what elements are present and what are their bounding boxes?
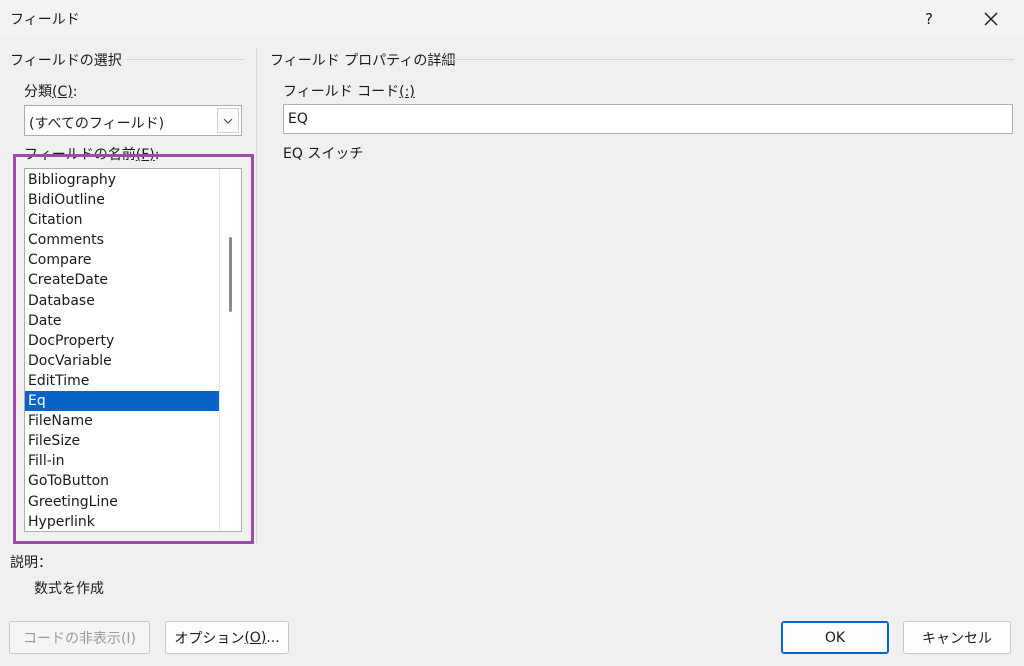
hide-codes-button[interactable]: コードの非表示(I) xyxy=(9,621,150,654)
field-code-label: フィールド コード(:) xyxy=(283,84,415,100)
options-button[interactable]: オプション (O)... xyxy=(165,621,289,654)
field-names-list-items: Bibliography BidiOutline Citation Comments C… xyxy=(25,170,219,531)
list-item[interactable]: Compare xyxy=(25,250,219,270)
category-dropdown-button[interactable] xyxy=(217,108,239,133)
field-selection-group-line xyxy=(126,59,244,60)
list-item[interactable]: BidiOutline xyxy=(25,190,219,210)
field-code-input[interactable] xyxy=(283,104,1013,134)
close-button[interactable] xyxy=(967,0,1015,38)
description-text: 数式を作成 xyxy=(34,581,104,597)
scrollbar-thumb[interactable] xyxy=(229,237,232,312)
help-icon: ? xyxy=(925,10,933,28)
list-item[interactable]: DocProperty xyxy=(25,331,219,351)
list-item[interactable]: DocVariable xyxy=(25,351,219,371)
group-separator xyxy=(256,48,257,544)
close-icon xyxy=(984,12,998,26)
list-item[interactable]: EditTime xyxy=(25,371,219,391)
field-names-scrollbar[interactable] xyxy=(219,169,241,531)
category-label: 分類(C): xyxy=(24,84,78,100)
chevron-down-icon xyxy=(223,118,233,124)
field-properties-group-title: フィールド プロパティの詳細 xyxy=(270,53,456,69)
ok-button[interactable]: OK xyxy=(781,621,889,654)
category-select[interactable]: (すべてのフィールド) xyxy=(24,105,242,136)
help-button[interactable]: ? xyxy=(905,0,953,38)
list-item[interactable]: CreateDate xyxy=(25,270,219,290)
eq-switch-link[interactable]: EQ スイッチ xyxy=(283,143,363,163)
list-item[interactable]: FileName xyxy=(25,411,219,431)
list-item[interactable]: GreetingLine xyxy=(25,492,219,512)
list-item[interactable]: Hyperlink xyxy=(25,512,219,531)
description-label: 説明： xyxy=(10,555,52,571)
list-item[interactable]: Date xyxy=(25,311,219,331)
list-item[interactable]: Eq xyxy=(25,391,219,412)
field-names-label: フィールドの名前(F): xyxy=(24,147,160,163)
title-bar: フィールド ? xyxy=(0,0,1024,38)
list-item[interactable]: Bibliography xyxy=(25,170,219,190)
list-item[interactable]: FileSize xyxy=(25,431,219,451)
list-item[interactable]: GoToButton xyxy=(25,471,219,491)
list-item[interactable]: Database xyxy=(25,291,219,311)
list-item[interactable]: Fill-in xyxy=(25,451,219,471)
field-names-list[interactable]: Bibliography BidiOutline Citation Comments C… xyxy=(24,168,242,532)
category-select-value: (すべてのフィールド) xyxy=(29,116,165,132)
list-item[interactable]: Comments xyxy=(25,230,219,250)
list-item[interactable]: Citation xyxy=(25,210,219,230)
field-properties-group-line xyxy=(442,59,1014,60)
cancel-button[interactable]: キャンセル xyxy=(903,621,1011,654)
window-title: フィールド xyxy=(10,12,80,28)
field-selection-group-title: フィールドの選択 xyxy=(10,53,122,69)
